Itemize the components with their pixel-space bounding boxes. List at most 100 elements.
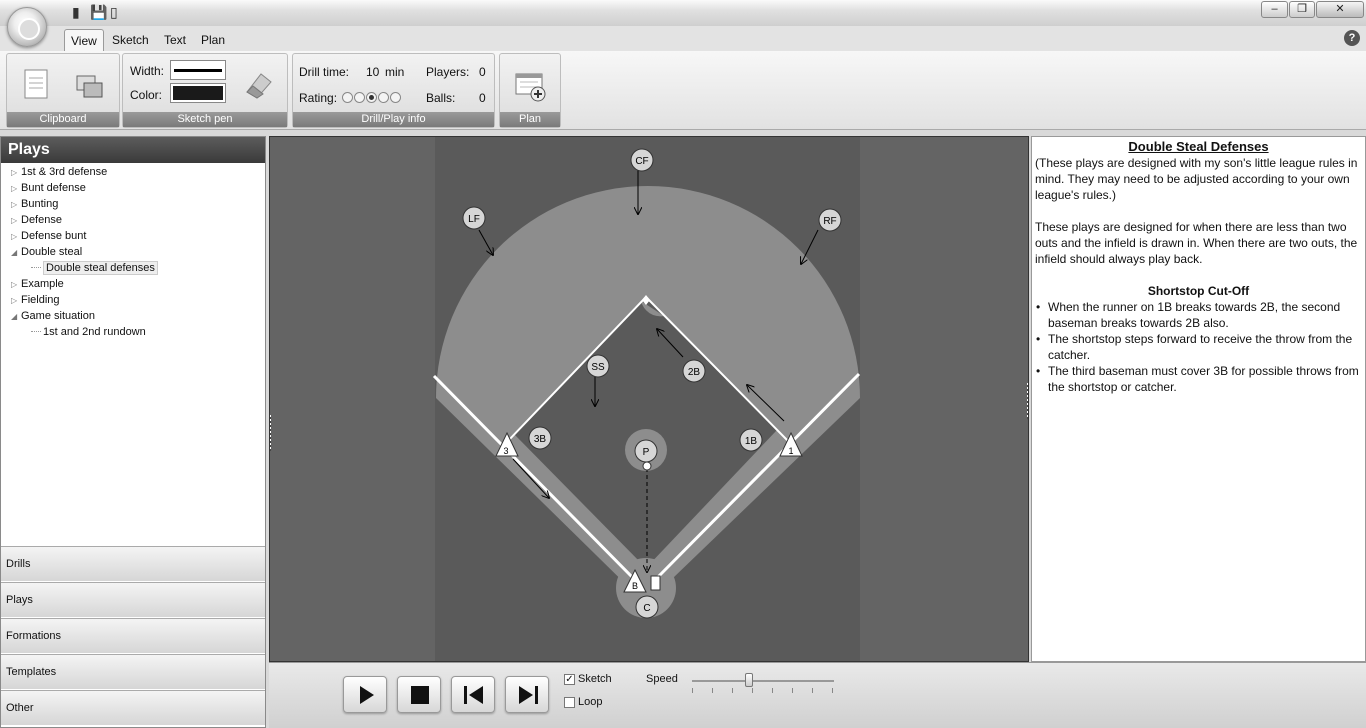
description-title: Double Steal Defenses — [1128, 139, 1269, 154]
add-to-plan-icon[interactable] — [514, 72, 548, 102]
home-plate — [650, 575, 661, 591]
player-label: C — [643, 603, 650, 614]
tree-label: 1st and 2nd rundown — [43, 326, 146, 338]
sketch-pen-caption: Sketch pen — [123, 112, 287, 127]
tree-label: Fielding — [21, 294, 60, 306]
rating-stars[interactable] — [342, 92, 402, 104]
expand-icon[interactable]: ▷ — [11, 165, 21, 180]
expand-icon[interactable]: ▷ — [11, 293, 21, 308]
drill-time-label: Drill time: — [299, 65, 349, 79]
expand-icon[interactable]: ▷ — [11, 181, 21, 196]
loop-checkbox[interactable] — [564, 697, 575, 708]
sketch-checkbox[interactable]: ✓ — [564, 674, 575, 685]
third-base-runner-label: 3 — [503, 446, 508, 456]
player-label: LF — [468, 214, 480, 225]
collapse-icon[interactable]: ◢ — [11, 309, 21, 324]
tree-item[interactable]: Double steal defenses — [31, 261, 158, 276]
next-button[interactable] — [505, 676, 549, 713]
paste-icon[interactable] — [23, 68, 49, 100]
previous-button[interactable] — [451, 676, 495, 713]
app-menu-button[interactable] — [7, 7, 47, 47]
players-value: 0 — [479, 65, 486, 79]
drill-info-group: Drill time: 10 min Players: 0 Rating: Ba… — [292, 53, 495, 128]
field-canvas[interactable]: CF LF RF SS 2B 3B 1B P C 3 1 B — [269, 136, 1029, 662]
new-document-icon[interactable]: ▯ — [110, 4, 118, 20]
tree-label: 1st & 3rd defense — [21, 166, 108, 178]
ball[interactable] — [642, 461, 652, 471]
bullet-item: The third baseman must cover 3B for poss… — [1036, 363, 1362, 395]
tab-sketch[interactable]: Sketch — [106, 29, 155, 51]
left-splitter[interactable] — [270, 415, 271, 451]
players-label: Players: — [426, 65, 470, 79]
speed-slider-track[interactable] — [692, 680, 834, 682]
width-picker[interactable] — [170, 60, 226, 80]
player-label: CF — [635, 156, 648, 167]
minimize-button[interactable]: – — [1261, 1, 1288, 18]
tree-folder[interactable]: ▷ 1st & 3rd defense — [11, 165, 107, 180]
tree-folder[interactable]: ▷ Example — [11, 277, 64, 292]
nav-plays[interactable]: Plays — [1, 582, 265, 617]
right-splitter[interactable] — [1027, 383, 1028, 419]
tab-view[interactable]: View — [64, 29, 104, 51]
player-label: RF — [823, 216, 836, 227]
plays-tree: ▷ 1st & 3rd defense ▷ Bunt defense ▷ Bunting ▷… — [1, 163, 265, 546]
copy-image-icon[interactable] — [75, 74, 105, 100]
tree-folder[interactable]: ◢ Game situation — [11, 309, 95, 324]
speed-label: Speed — [646, 673, 678, 685]
sketch-pen-group: Width: Color: Sketch pen — [122, 53, 288, 128]
close-button[interactable]: ✕ — [1316, 1, 1364, 18]
nav-other[interactable]: Other — [1, 690, 265, 725]
expand-icon[interactable]: ▷ — [11, 197, 21, 212]
bullet-item: The shortstop steps forward to receive t… — [1036, 331, 1362, 363]
tree-folder[interactable]: ▷ Fielding — [11, 293, 60, 308]
tree-item[interactable]: 1st and 2nd rundown — [31, 325, 146, 340]
rating-circle[interactable] — [342, 92, 353, 103]
expand-icon[interactable]: ▷ — [11, 229, 21, 244]
play-button[interactable] — [343, 676, 387, 713]
tree-folder[interactable]: ◢ Double steal — [11, 245, 82, 260]
color-picker[interactable] — [170, 83, 226, 103]
slider-tick — [692, 688, 693, 693]
slider-tick — [752, 688, 753, 693]
rating-circle[interactable] — [354, 92, 365, 103]
balls-value: 0 — [479, 91, 486, 105]
nav-drills[interactable]: Drills — [1, 546, 265, 581]
player-label: 3B — [534, 434, 547, 445]
nav-formations[interactable]: Formations — [1, 618, 265, 653]
clipboard-group: Clipboard — [6, 53, 120, 128]
tree-folder[interactable]: ▷ Bunting — [11, 197, 58, 212]
tree-folder[interactable]: ▷ Bunt defense — [11, 181, 86, 196]
drill-info-caption: Drill/Play info — [293, 112, 494, 127]
speed-slider-thumb[interactable] — [744, 673, 753, 687]
description-paragraph-2: These plays are designed for when there … — [1035, 220, 1358, 266]
rating-circle[interactable] — [366, 92, 377, 103]
maximize-button[interactable]: ❐ — [1289, 1, 1315, 18]
sidebar-title: Plays — [1, 137, 265, 163]
stop-button[interactable] — [397, 676, 441, 713]
tab-plan[interactable]: Plan — [195, 29, 231, 51]
rating-circle[interactable] — [390, 92, 401, 103]
collapse-icon[interactable]: ◢ — [11, 245, 21, 260]
open-icon[interactable]: ▮ — [72, 4, 80, 20]
drill-time-value[interactable]: 10 — [366, 65, 379, 79]
expand-icon[interactable]: ▷ — [11, 277, 21, 292]
baseball-field[interactable]: CF LF RF SS 2B 3B 1B P C 3 1 B — [269, 136, 1029, 662]
plan-group: Plan — [499, 53, 561, 128]
player-label: SS — [591, 362, 605, 373]
speed-slider-ticks — [692, 688, 834, 693]
expand-icon[interactable]: ▷ — [11, 213, 21, 228]
slider-tick — [732, 688, 733, 693]
description-panel[interactable]: Double Steal Defenses (These plays are d… — [1031, 136, 1366, 662]
tree-folder[interactable]: ▷ Defense — [11, 213, 62, 228]
help-icon[interactable]: ? — [1344, 30, 1360, 46]
eraser-icon[interactable] — [241, 68, 275, 100]
player-label: 1B — [745, 436, 758, 447]
nav-templates[interactable]: Templates — [1, 654, 265, 689]
tab-text[interactable]: Text — [158, 29, 192, 51]
skip-back-icon — [464, 686, 483, 704]
ribbon: Clipboard Width: Color: Sketch pen Drill… — [0, 51, 1366, 130]
save-icon[interactable]: 💾 — [90, 4, 107, 20]
rating-circle[interactable] — [378, 92, 389, 103]
tree-folder[interactable]: ▷ Defense bunt — [11, 229, 86, 244]
tree-label: Defense bunt — [21, 230, 87, 242]
